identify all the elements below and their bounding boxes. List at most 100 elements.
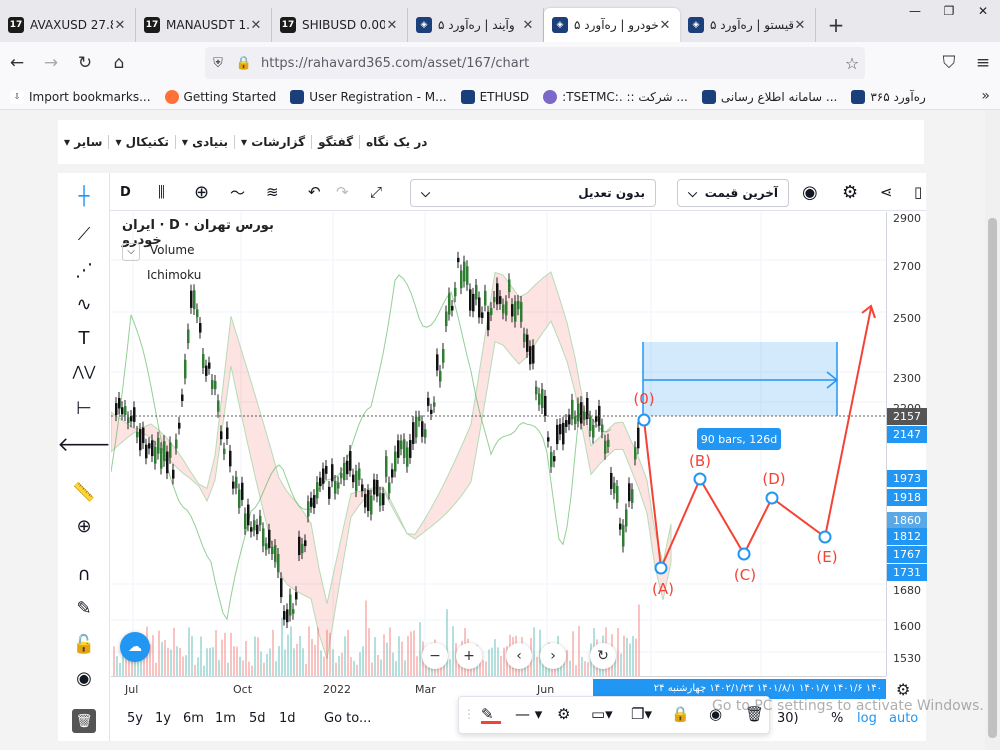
url-text[interactable]: https://rahavard365.com/asset/167/chart xyxy=(257,56,839,71)
price-scale[interactable]: 2900270025002300220016801600153021572147… xyxy=(886,212,927,676)
adjustment-select[interactable]: بدون تعدیل ⌵ xyxy=(410,179,656,207)
chart-canvas[interactable]: 90 bars, 126d (0) (A) (B) (C) (D) (E) xyxy=(111,212,886,676)
close-tab-icon[interactable]: ✕ xyxy=(385,18,399,33)
scroll-left-icon[interactable]: ‹ xyxy=(506,643,532,669)
shield-icon[interactable]: ⛨ xyxy=(205,56,231,71)
tab-3[interactable]: ◈ وآیند | ره‌آورد ۵ ✕ xyxy=(408,8,544,42)
eye-icon[interactable]: ◉ xyxy=(802,177,818,207)
crosshair-icon[interactable]: ┼ xyxy=(68,181,100,211)
undo-icon[interactable]: ↶ xyxy=(308,177,321,207)
goto-button[interactable]: Go to... xyxy=(324,711,371,726)
tab-4[interactable]: ◈ خودرو | ره‌آورد ۵ ✕ xyxy=(544,8,680,42)
share-icon[interactable]: ⋖ xyxy=(880,177,893,207)
site-nav-item[interactable]: گفتگو xyxy=(311,135,359,149)
site-nav-item[interactable]: گزارشات ▾ xyxy=(234,135,311,149)
price-type-select[interactable]: آخرین قیمت ⌵ xyxy=(677,179,789,207)
pattern-point[interactable] xyxy=(637,413,651,427)
close-tab-icon[interactable]: ✕ xyxy=(658,18,672,33)
bookmark-item[interactable]: سامانه اطلاع رسانی ... xyxy=(701,89,837,104)
settings-icon[interactable]: ⚙ xyxy=(557,705,570,723)
bookmark-item[interactable]: User Registration - M... xyxy=(290,89,447,104)
bookmark-item[interactable]: ره‌آورد ۳۶۵ xyxy=(851,89,926,104)
add-icon[interactable]: ⊕ xyxy=(194,177,209,207)
text-tool-icon[interactable]: T xyxy=(68,323,100,353)
ruler-icon[interactable]: 📏 xyxy=(68,477,100,507)
bookmark-star-icon[interactable]: ☆ xyxy=(839,54,865,73)
pattern-point[interactable] xyxy=(737,547,751,561)
range-button-5d[interactable]: 5d xyxy=(249,711,266,726)
arrow-left-icon[interactable]: 🡐 xyxy=(57,429,111,459)
pattern-point[interactable] xyxy=(765,491,779,505)
url-bar[interactable]: ⛨ 🔒 https://rahavard365.com/asset/167/ch… xyxy=(205,47,865,79)
compare-icon[interactable]: ≋ xyxy=(266,177,279,207)
pattern-point[interactable] xyxy=(693,472,707,486)
clone-icon[interactable]: ❐▾ xyxy=(631,705,652,723)
indicators-icon[interactable]: 〜 xyxy=(230,177,245,207)
candles-icon[interactable]: ⫼ xyxy=(158,177,165,207)
bookmark-item[interactable]: ETHUSD xyxy=(460,89,529,104)
chart-plot-area[interactable]: 90 bars, 126d (0) (A) (B) (C) (D) (E) xyxy=(111,212,886,676)
eye-icon[interactable]: ◉ xyxy=(68,663,100,693)
fullscreen-icon[interactable]: ⤢ xyxy=(370,177,382,207)
lock-icon[interactable]: 🔒 xyxy=(671,705,690,723)
collapse-legend-icon[interactable]: ⌵ xyxy=(122,243,140,261)
unlock-icon[interactable]: 🔓 xyxy=(68,629,100,659)
restore-icon[interactable]: ❐ xyxy=(932,0,966,22)
site-nav-item[interactable]: تکنیکال ▾ xyxy=(108,135,174,149)
close-tab-icon[interactable]: ✕ xyxy=(249,18,263,33)
forward-icon[interactable]: → xyxy=(34,48,68,78)
range-button-6m[interactable]: 6m xyxy=(183,711,204,726)
home-icon[interactable]: ⌂ xyxy=(102,48,136,78)
range-button-1y[interactable]: 1y xyxy=(155,711,171,726)
close-tab-icon[interactable]: ✕ xyxy=(793,18,807,33)
drag-handle-icon[interactable]: ⋮ xyxy=(463,707,475,721)
settings-gear-icon[interactable]: ⚙ xyxy=(842,177,858,207)
pattern-point[interactable] xyxy=(654,561,668,575)
minimize-icon[interactable]: — xyxy=(898,0,932,22)
range-button-1m[interactable]: 1m xyxy=(215,711,236,726)
bookmark-item[interactable]: :TSETMC:. :: شرکت ... xyxy=(543,89,688,104)
brush-icon[interactable]: ∿ xyxy=(68,289,100,319)
new-tab-icon[interactable]: + xyxy=(816,8,856,42)
site-nav-item[interactable]: سایر ▾ xyxy=(58,135,108,149)
close-tab-icon[interactable]: ✕ xyxy=(521,18,535,33)
reload-icon[interactable]: ↻ xyxy=(68,48,102,78)
zoom-in-circle-icon[interactable]: + xyxy=(456,643,482,669)
interval-button[interactable]: D xyxy=(120,177,131,207)
site-nav-item[interactable]: در یک نگاه xyxy=(359,135,433,149)
back-icon[interactable]: ← xyxy=(0,48,34,78)
close-tab-icon[interactable]: ✕ xyxy=(113,18,127,33)
trash-icon[interactable]: 🗑 xyxy=(72,709,96,733)
pocket-icon[interactable]: ⛉ xyxy=(932,48,966,78)
range-button-1d[interactable]: 1d xyxy=(279,711,296,726)
tab-2[interactable]: 17 SHIBUSD 0.0000✕ xyxy=(272,8,408,42)
line-color-icon[interactable]: ✎ xyxy=(481,705,501,724)
range-button-5y[interactable]: 5y xyxy=(127,711,143,726)
menu-icon[interactable]: ≡ xyxy=(966,48,1000,78)
scrollbar-thumb[interactable] xyxy=(988,218,997,738)
close-window-icon[interactable]: ✕ xyxy=(966,0,1000,22)
reset-view-icon[interactable]: ↻ xyxy=(590,643,616,669)
chart-settings-gear-icon[interactable]: ⚙ xyxy=(896,680,910,699)
tab-1[interactable]: 17 MANAUSDT 1.0 ✕ xyxy=(136,8,272,42)
scroll-right-icon[interactable]: › xyxy=(540,643,566,669)
redo-icon[interactable]: ↷ xyxy=(336,177,349,207)
zoom-in-icon[interactable]: ⊕ xyxy=(68,511,100,541)
snapshot-icon[interactable]: ▯ xyxy=(914,177,922,207)
template-icon[interactable]: ▭▾ xyxy=(591,705,613,723)
chevron-more-icon[interactable]: » xyxy=(981,88,990,104)
page-scrollbar[interactable] xyxy=(985,110,1000,750)
tab-5[interactable]: ◈ قیستو | ره‌آورد ۵ ✕ xyxy=(680,8,816,42)
lock-drawing-icon[interactable]: ✎ xyxy=(68,593,100,623)
zoom-out-icon[interactable]: − xyxy=(422,643,448,669)
site-nav-item[interactable]: بنیادی ▾ xyxy=(174,135,234,149)
trend-line-icon[interactable]: ⟋ xyxy=(68,219,100,249)
pattern-point[interactable] xyxy=(818,530,832,544)
fib-tool-icon[interactable]: ⋰ xyxy=(68,255,100,285)
magnet-icon[interactable]: ∩ xyxy=(68,559,100,589)
bookmark-item[interactable]: ⇩ Import bookmarks... xyxy=(10,89,151,104)
bookmark-item[interactable]: Getting Started xyxy=(164,89,276,104)
lock-icon[interactable]: 🔒 xyxy=(231,56,257,71)
pattern-tool-icon[interactable]: ⋀⋁ xyxy=(68,357,100,387)
line-style-icon[interactable]: — ▾ xyxy=(515,705,542,723)
